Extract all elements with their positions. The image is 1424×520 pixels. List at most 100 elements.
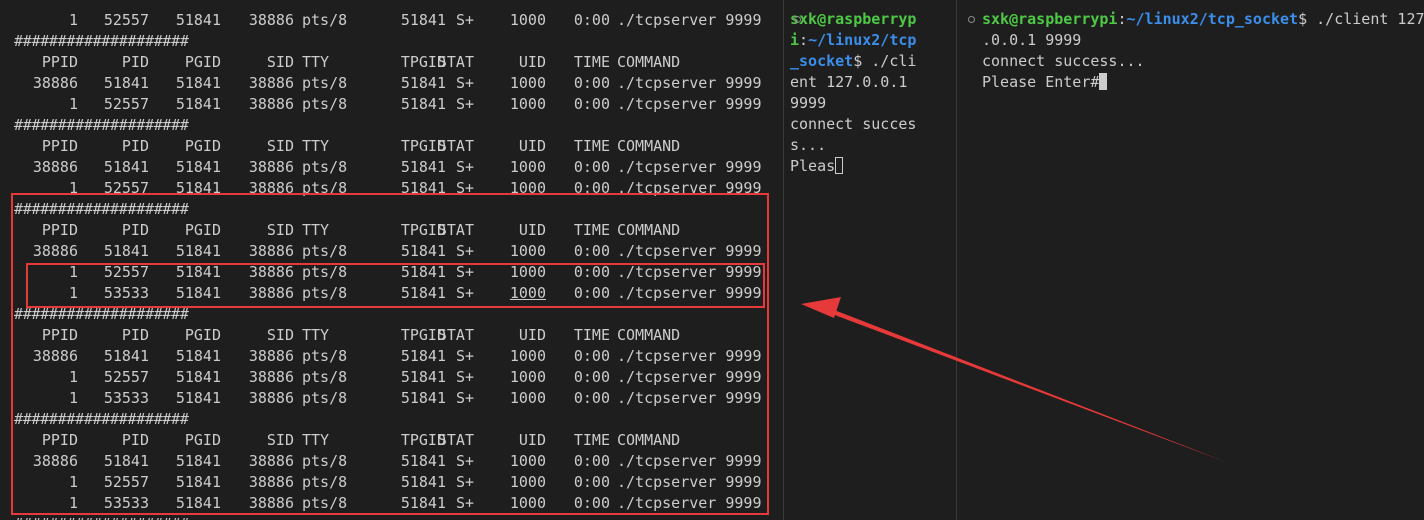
cell-pid: 53533 (103, 389, 149, 407)
separator-text: #################### (14, 305, 189, 323)
cell-tty: pts/8 (302, 347, 348, 365)
ps-output-row: 1 53533 51841 38886 pts/8 51841 S+ 1000 0:00 ./tc… (0, 283, 766, 304)
cell-time: 0:00 (573, 158, 610, 176)
cell-pgid: 51841 (175, 179, 221, 197)
cell-sid: SID (266, 53, 294, 71)
prompt-line: i:~/linux2/tcp (790, 30, 916, 51)
separator-line: #################### (0, 199, 766, 220)
cell-ppid: 1 (68, 494, 78, 512)
cell-command: ./tcpserver 9999 (617, 74, 762, 92)
cell-tty: pts/8 (302, 158, 348, 176)
cell-uid: 1000 (509, 179, 546, 197)
cell-time: 0:00 (573, 452, 610, 470)
cell-pid: 51841 (103, 452, 149, 470)
cell-stat: S+ (455, 494, 474, 512)
cell-pgid: 51841 (175, 452, 221, 470)
prompt-user-wrap: i (790, 31, 800, 49)
cell-ppid: PPID (41, 326, 78, 344)
cell-sid: SID (266, 326, 294, 344)
cell-pgid: 51841 (175, 263, 221, 281)
output-line: connect succes (790, 115, 917, 133)
prompt-path: ~/linux2/tcp_socket (1126, 10, 1299, 28)
cell-time: 0:00 (573, 263, 610, 281)
cell-tpgid: 51841 (400, 389, 446, 407)
separator-text: #################### (14, 116, 189, 134)
cell-time: 0:00 (573, 284, 610, 302)
cell-pid: 52557 (103, 263, 149, 281)
cell-command: COMMAND (617, 53, 681, 71)
cell-pid: 52557 (103, 11, 149, 29)
cell-tpgid: 51841 (400, 347, 446, 365)
separator-line: #################### (0, 304, 766, 325)
cell-ppid: PPID (41, 221, 78, 239)
cell-command: COMMAND (617, 431, 681, 449)
separator-line: #################### (0, 115, 766, 136)
cell-tty: pts/8 (302, 389, 348, 407)
cell-stat: S+ (455, 242, 474, 260)
cell-tpgid: 51841 (400, 473, 446, 491)
cell-time: TIME (573, 431, 610, 449)
cell-command: COMMAND (617, 326, 681, 344)
cell-uid: UID (518, 137, 546, 155)
cell-tty: TTY (302, 137, 330, 155)
cell-tty: pts/8 (302, 368, 348, 386)
cell-tpgid: 51841 (400, 263, 446, 281)
pane-divider[interactable] (956, 0, 957, 520)
cell-time: 0:00 (573, 494, 610, 512)
cell-tty: TTY (302, 431, 330, 449)
right-terminal-pane[interactable]: sxk@raspberrypi:~/linux2/tcp_socket$ ./c… (962, 0, 1424, 520)
cell-tty: TTY (302, 53, 330, 71)
output-line: Please Enter# (982, 72, 1108, 93)
cell-uid: 1000 (509, 242, 546, 260)
pane-divider[interactable] (783, 0, 784, 520)
ps-output-row: 38886 51841 51841 38886 pts/8 51841 S+ 1000 0:00… (0, 73, 766, 94)
prompt-line: _socket$ ./cli (790, 51, 916, 72)
terminal-cursor (835, 157, 844, 174)
output-text: Pleas (790, 157, 836, 175)
prompt-path-wrap: _socket (790, 52, 854, 70)
cell-uid: 1000 (509, 368, 546, 386)
cell-pgid: 51841 (175, 347, 221, 365)
cell-pgid: 51841 (175, 11, 221, 29)
cell-time: 0:00 (573, 473, 610, 491)
prompt-user: sxk@raspberrypi (982, 10, 1118, 28)
cell-time: 0:00 (573, 242, 610, 260)
cell-tpgid: 51841 (400, 494, 446, 512)
cell-uid: 1000 (509, 11, 546, 29)
cell-sid: 38886 (248, 179, 294, 197)
cell-tpgid: 51841 (400, 452, 446, 470)
cell-tpgid: 51841 (400, 242, 446, 260)
cell-stat: S+ (455, 11, 474, 29)
cell-tpgid: 51841 (400, 368, 446, 386)
cell-ppid: 38886 (32, 74, 78, 92)
command-line: 9999 (790, 94, 827, 112)
cell-stat: S+ (455, 263, 474, 281)
left-terminal-pane[interactable]: 1 52557 51841 38886 pts/8 51841 S+ 1000 0:00 ./tc… (0, 0, 766, 520)
pane-status-icon (794, 16, 801, 23)
command-line: .0.0.1 9999 (982, 31, 1082, 49)
cell-tpgid: 51841 (400, 158, 446, 176)
cell-pgid: 51841 (175, 494, 221, 512)
cell-pgid: PGID (184, 53, 221, 71)
cell-sid: 38886 (248, 74, 294, 92)
cell-ppid: 38886 (32, 347, 78, 365)
middle-terminal-pane[interactable]: sxk@raspberryp i:~/linux2/tcp _socket$ .… (790, 0, 942, 520)
ps-output-row: 1 52557 51841 38886 pts/8 51841 S+ 1000 0:00 ./tc… (0, 262, 766, 283)
cell-sid: 38886 (248, 11, 294, 29)
cell-uid: 1000 (509, 95, 546, 113)
cell-stat: S+ (455, 284, 474, 302)
cell-pgid: 51841 (175, 473, 221, 491)
cell-pid: PID (121, 326, 149, 344)
prompt-line: sxk@raspberrypi:~/linux2/tcp_socket$ ./c… (982, 9, 1424, 30)
command-text: $ ./cli (853, 52, 917, 70)
cell-uid: 1000 (509, 263, 546, 281)
cell-pid: PID (121, 137, 149, 155)
cell-sid: SID (266, 221, 294, 239)
cell-ppid: 1 (68, 473, 78, 491)
cell-sid: 38886 (248, 95, 294, 113)
cell-ppid: 1 (68, 368, 78, 386)
ps-output-row: 38886 51841 51841 38886 pts/8 51841 S+ 1000 0:00… (0, 241, 766, 262)
separator-line: #################### (0, 514, 766, 520)
cell-uid: UID (518, 326, 546, 344)
cell-command: ./tcpserver 9999 (617, 368, 762, 386)
